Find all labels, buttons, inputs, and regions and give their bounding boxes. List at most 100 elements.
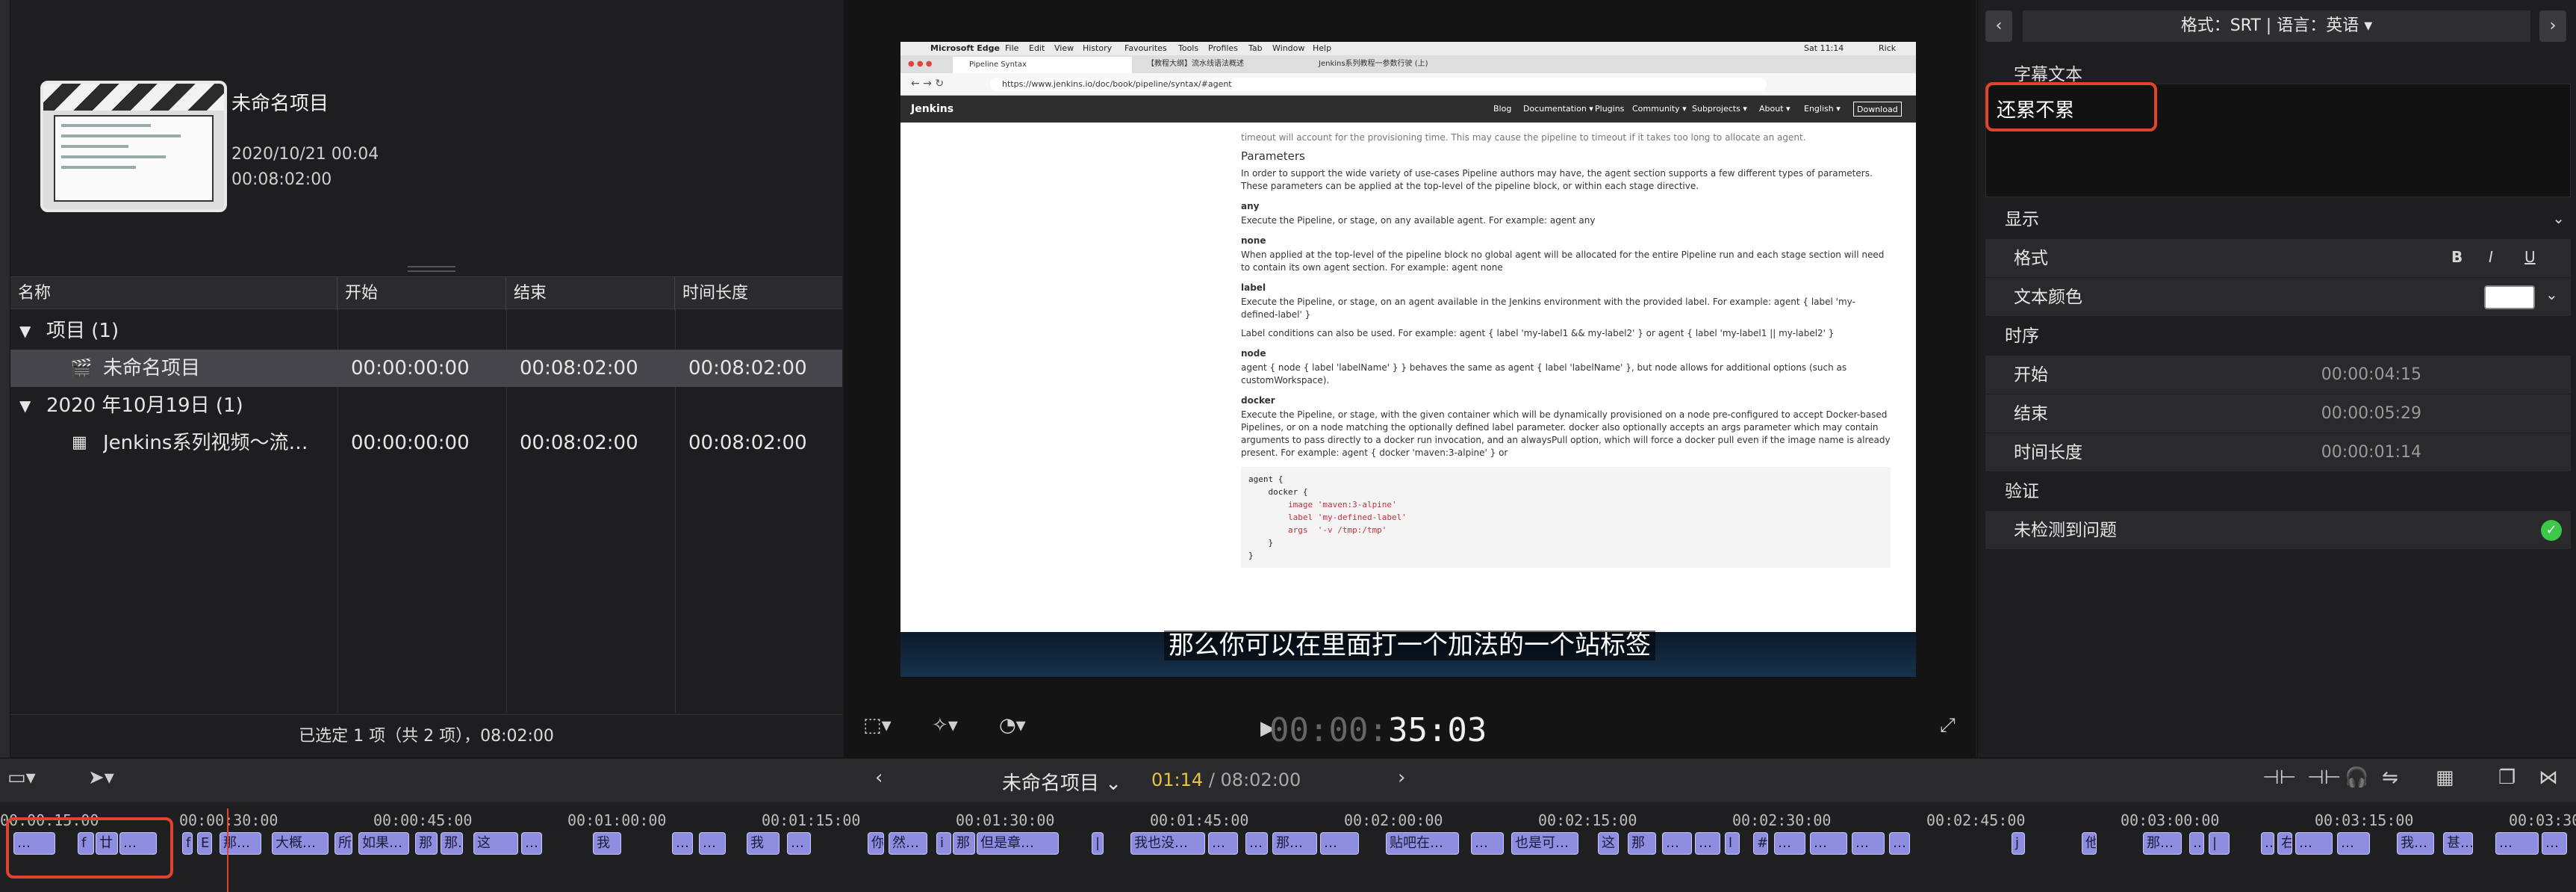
enhance-wand-icon[interactable]: ✧▾ — [932, 714, 958, 737]
list-group-row[interactable]: ▼ 项目 (1) — [10, 312, 842, 350]
bold-button[interactable]: B — [2451, 248, 2463, 266]
caption-clip[interactable]: … — [2261, 832, 2274, 855]
italic-button[interactable]: I — [2489, 248, 2493, 266]
effects-browser-icon[interactable]: ❐ — [2498, 766, 2516, 789]
project-thumbnail[interactable] — [40, 81, 227, 212]
playhead[interactable] — [227, 808, 228, 892]
caption-clip[interactable]: … — [672, 832, 693, 855]
caption-clip[interactable]: E — [197, 832, 212, 855]
caption-clip[interactable]: 那… — [441, 832, 463, 855]
caption-clip[interactable]: | — [1092, 832, 1104, 855]
caption-clip[interactable]: 那… — [2143, 832, 2182, 855]
caption-clip[interactable]: 如果… — [358, 832, 409, 855]
previous-caption-icon[interactable]: ‹ — [1985, 10, 2012, 42]
list-clip-row[interactable]: ▦ Jenkins系列视频～流… 00:00:00:00 00:08:02:00… — [10, 424, 842, 462]
headphones-icon[interactable]: 🎧 — [2345, 766, 2368, 789]
duration-value[interactable]: 00:00:01:14 — [2321, 433, 2421, 472]
caption-clip[interactable]: 我也没… — [1130, 832, 1205, 855]
caption-clip[interactable]: … — [2337, 832, 2370, 855]
caption-clip[interactable]: … — [1471, 832, 1504, 855]
end-value[interactable]: 00:00:05:29 — [2321, 394, 2421, 433]
caption-clip[interactable]: 但是章… — [977, 832, 1059, 855]
col-start[interactable]: 开始 — [337, 277, 506, 310]
caption-clip[interactable]: 大概… — [272, 832, 329, 855]
caption-clip[interactable]: … — [1320, 832, 1359, 855]
caption-clip[interactable]: 那 — [415, 832, 438, 855]
caption-clip[interactable]: … — [699, 832, 726, 855]
list-group-row[interactable]: ▼ 2020 年10月19日 (1) — [10, 387, 842, 424]
caption-clip[interactable]: … — [1245, 832, 1268, 855]
start-value[interactable]: 00:00:04:15 — [2321, 356, 2421, 394]
text-color-well[interactable] — [2484, 285, 2535, 309]
caption-clip[interactable]: 所 — [335, 832, 352, 855]
next-caption-icon[interactable]: › — [2539, 10, 2566, 42]
audio-skimming-icon[interactable]: ⊣⊢ — [2307, 766, 2341, 789]
disclosure-triangle-icon[interactable]: ▼ — [19, 387, 31, 424]
caption-clip[interactable]: … — [1695, 832, 1720, 855]
caption-clip[interactable]: … — [1662, 832, 1692, 855]
caption-clip[interactable]: 你 — [868, 832, 884, 855]
caption-clip[interactable]: … — [2189, 832, 2204, 855]
underline-button[interactable]: U — [2524, 248, 2536, 266]
fullscreen-icon[interactable]: ⤢ — [1940, 714, 1956, 737]
timeline-position: 01:14 / 08:02:00 — [1151, 769, 1301, 790]
caption-clip[interactable]: 甚… — [2443, 832, 2473, 855]
caption-clip[interactable]: … — [2495, 832, 2539, 855]
caption-clip[interactable]: f — [182, 832, 193, 855]
caption-clip[interactable]: 那 — [1628, 832, 1656, 855]
caption-clip[interactable]: # — [1753, 832, 1768, 855]
caption-clip[interactable]: 也是可… — [1511, 832, 1578, 855]
list-project-row[interactable]: 🎬 未命名项目 00:00:00:00 00:08:02:00 00:08:02… — [10, 350, 842, 387]
transitions-browser-icon[interactable]: ⋈ — [2539, 766, 2558, 789]
caption-clip[interactable]: i — [936, 832, 951, 855]
caption-clip[interactable]: … — [1208, 832, 1238, 855]
snapping-icon[interactable]: ⇋ — [2382, 766, 2398, 789]
caption-clip[interactable]: … — [1810, 832, 1847, 855]
caption-clip[interactable]: 他 — [2082, 832, 2097, 855]
subtitle-overlay[interactable]: 那么你可以在里面打一个加法的一个站标签 — [844, 625, 1976, 661]
caption-clip[interactable]: … — [521, 832, 542, 855]
menubar-item: History — [1083, 43, 1113, 53]
caption-clip[interactable]: 我 — [747, 832, 780, 855]
crop-transform-icon[interactable]: ⬚▾ — [863, 714, 892, 737]
col-name[interactable]: 名称 — [10, 277, 337, 310]
chevron-down-icon[interactable]: ⌄ — [2545, 285, 2558, 303]
caption-clip[interactable]: … — [1852, 832, 1885, 855]
caption-clip[interactable]: … — [787, 832, 811, 855]
select-tool-icon[interactable]: ➤▾ — [88, 766, 114, 789]
caption-clip[interactable]: 右 — [2277, 832, 2292, 855]
caption-clip[interactable]: | — [2209, 832, 2230, 855]
disclosure-triangle-icon[interactable]: ▼ — [19, 312, 31, 350]
caption-clip[interactable]: 那… — [1272, 832, 1317, 855]
display-section[interactable]: 显示 ⌄ — [1985, 200, 2571, 239]
caption-clip[interactable]: … — [1889, 832, 1910, 855]
resize-handle[interactable] — [408, 266, 455, 272]
caption-clip[interactable]: … — [1774, 832, 1805, 855]
caption-clip[interactable]: l — [1725, 832, 1740, 855]
caption-clip[interactable]: … — [2542, 832, 2567, 855]
caption-clip[interactable]: 那 — [953, 832, 975, 855]
speed-icon[interactable]: ◔▾ — [999, 714, 1026, 737]
forward-history-icon[interactable]: › — [1398, 766, 1405, 789]
chevron-down-icon[interactable]: ⌄ — [2552, 209, 2565, 227]
caption-clip[interactable]: … — [2295, 832, 2333, 855]
caption-clip[interactable]: 我… — [2397, 832, 2434, 855]
col-end[interactable]: 结束 — [506, 277, 675, 310]
caption-clip[interactable]: 贴吧在… — [1386, 832, 1459, 855]
timeline-project-menu[interactable]: 未命名项目 ⌄ — [1002, 768, 1121, 796]
layout-icon[interactable]: ▭▾ — [7, 766, 36, 789]
skimming-icon[interactable]: ⊣⊢ — [2262, 766, 2296, 789]
back-history-icon[interactable]: ‹ — [875, 766, 883, 789]
verify-status: 未检测到问题 — [2014, 521, 2117, 540]
caption-clip[interactable]: j — [2012, 832, 2025, 855]
caption-clip[interactable]: 那… — [220, 832, 261, 855]
caption-clip[interactable]: 这 — [473, 832, 518, 855]
caption-clip[interactable]: 然… — [889, 832, 927, 855]
clip-appearance-icon[interactable]: ▦ — [2436, 766, 2454, 789]
col-duration[interactable]: 时间长度 — [675, 277, 842, 310]
caption-clip[interactable]: 我 — [593, 832, 621, 855]
time-ruler[interactable]: 00:00:15:00 00:00:30:00 00:00:45:00 00:0… — [0, 807, 2576, 831]
menubar-item: Tab — [1248, 43, 1263, 53]
caption-clip[interactable]: 这 — [1598, 832, 1619, 855]
caption-format-menu[interactable]: 格式：SRT | 语言：英语 ▾ — [2023, 10, 2530, 42]
